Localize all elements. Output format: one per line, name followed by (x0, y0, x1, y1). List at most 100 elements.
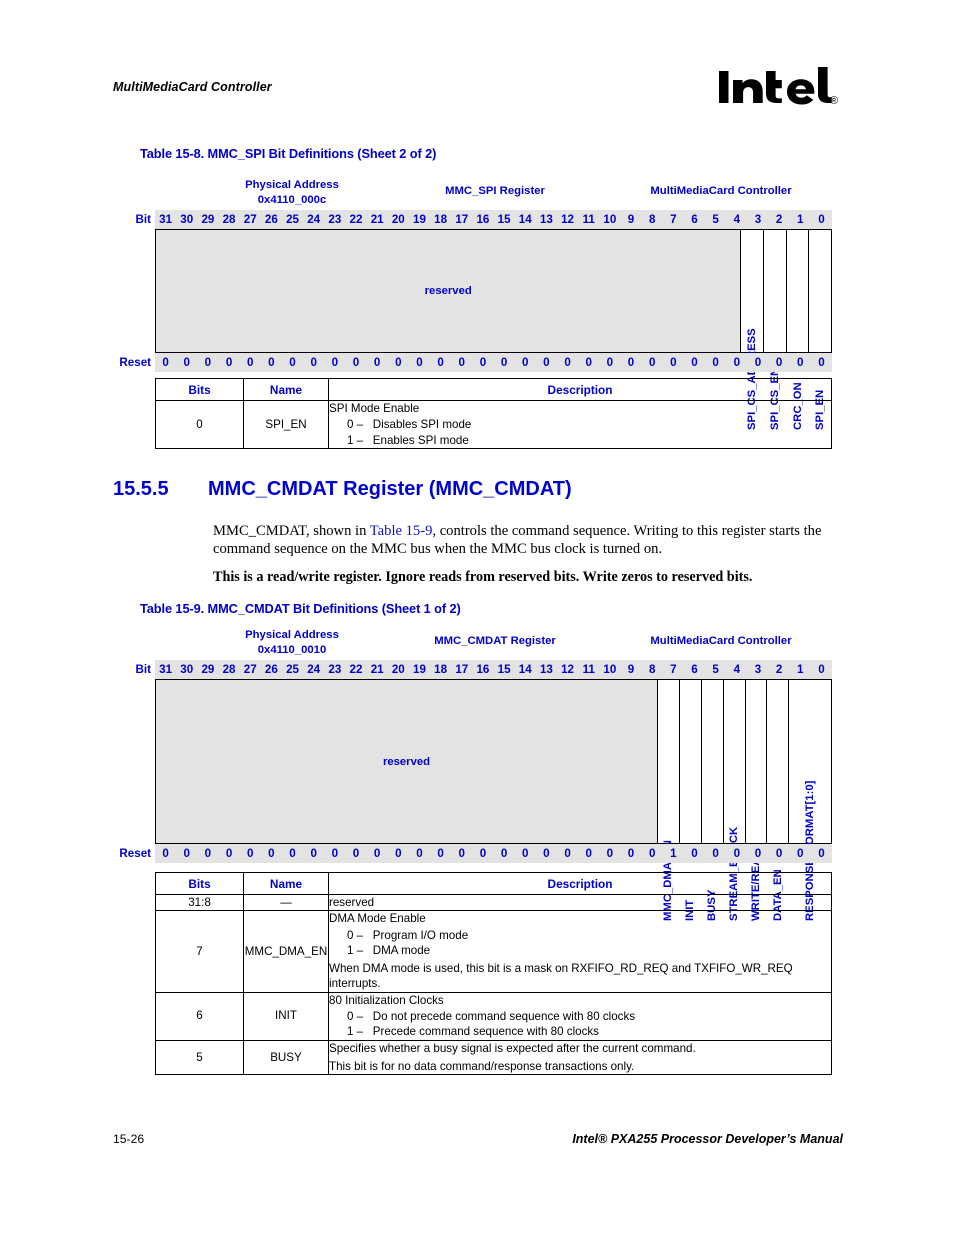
cell-bits: 6 (155, 991, 244, 1041)
bit-number-row: 31 30 29 28 27 26 25 24 23 22 21 20 19 18 17 16 15 14 13 12… (155, 660, 832, 679)
reset-value: 1 (670, 847, 677, 860)
description-option: 1 – DMA mode (347, 943, 431, 957)
reset-value: 0 (606, 847, 614, 860)
reset-value: 0 (627, 356, 635, 369)
reset-row-label: Reset (119, 356, 151, 369)
table-15-8-caption: Table 15-8. MMC_SPI Bit Definitions (She… (140, 146, 437, 161)
bit-field-write-read: WRITE/READ (744, 680, 767, 921)
reset-row-label: Reset (119, 847, 151, 860)
reset-value: 0 (500, 847, 508, 860)
mmc-spi-register-diagram: Physical Address 0x4110_000c MMC_SPI Reg… (119, 178, 832, 430)
reset-value: 0 (522, 356, 529, 369)
reset-value: 0 (648, 356, 656, 369)
cell-name: SPI_EN (243, 400, 329, 449)
column-header-bits: Bits (155, 872, 244, 895)
reset-value: 0 (775, 356, 783, 369)
bit-number: 17 (455, 663, 469, 676)
bit-number: 10 (603, 213, 617, 226)
bit-number: 31 (159, 663, 173, 676)
reset-value: 0 (373, 356, 381, 369)
reset-value: 0 (691, 847, 698, 860)
reset-value: 0 (585, 847, 592, 860)
bit-row-label: Bit (135, 663, 151, 676)
reset-value: 0 (522, 847, 529, 860)
bit-field-reserved: reserved (156, 230, 741, 352)
physical-address-label: Physical Address (245, 179, 339, 191)
description-lead: SPI Mode Enable (329, 402, 420, 415)
reset-value: 0 (543, 847, 550, 860)
page-header: MultiMediaCard Controller ® (113, 67, 843, 122)
bit-number: 22 (349, 663, 363, 676)
reset-value-row: 00000000000000000000000000000000 (155, 353, 832, 372)
running-head: MultiMediaCard Controller (113, 80, 272, 94)
reset-value: 0 (268, 356, 275, 369)
read-write-note: This is a read/write register. Ignore re… (213, 569, 753, 585)
bit-field-stream-block: STREAM_BLOCK (722, 680, 745, 921)
bit-number: 0 (818, 663, 825, 676)
bit-number: 6 (691, 213, 698, 226)
reset-value: 0 (797, 847, 804, 860)
physical-address-value: 0x4110_0010 (257, 643, 327, 656)
bit-number: 28 (222, 663, 236, 676)
bit-number: 8 (648, 663, 656, 676)
column-header-bits: Bits (155, 378, 244, 401)
bit-number: 14 (518, 663, 532, 676)
reset-value: 0 (754, 356, 762, 369)
bit-number: 12 (561, 213, 574, 226)
reset-value: 0 (797, 356, 804, 369)
table-row: 31:8— reserved (155, 893, 832, 912)
bit-number: 31 (159, 213, 173, 226)
description-lead: DMA Mode Enable (329, 912, 426, 926)
reset-value: 0 (733, 356, 741, 369)
bit-number: 27 (243, 213, 257, 226)
bit-number: 15 (497, 663, 511, 676)
page-footer: 15-26 Intel® PXA255 Processor Developer’… (113, 1132, 843, 1152)
description-option: 0 – Do not precede command sequence with… (347, 1010, 636, 1024)
description-options: 0 – Do not precede command sequence with… (329, 1009, 831, 1040)
section-paragraph: MMC_CMDAT, shown in Table 15-9, controls… (213, 522, 833, 559)
reset-value: 0 (564, 356, 571, 369)
bit-number: 20 (391, 213, 405, 226)
reset-value: 0 (733, 847, 741, 860)
description-lead: reserved (329, 896, 375, 909)
cell-description: SPI Mode Enable 0 – Disables SPI mode 1 – … (328, 400, 832, 449)
bit-field-label: reserved (382, 755, 431, 768)
bit-fields-row: reserved SPI_CS_ADDRESS SPI_CS_EN CRC_ON SPI… (155, 229, 832, 430)
reset-value: 0 (373, 847, 381, 860)
table-15-9-crossref[interactable]: Table 15-9 (370, 523, 433, 539)
bit-field-crc-on: CRC_ON (785, 230, 809, 430)
bit-field-spi-en: SPI_EN (808, 230, 831, 430)
reset-value: 0 (585, 356, 592, 369)
reset-value: 0 (712, 847, 719, 860)
table-row: 6 INIT 80 Initialization Clocks 0 – Do not … (155, 991, 832, 1041)
bit-field-reserved: reserved (156, 680, 657, 843)
description-options: 0 – Disables SPI mode 1 – Enables SPI mod… (329, 417, 831, 448)
bit-number: 21 (370, 213, 384, 226)
column-header-name: Name (243, 872, 329, 895)
bit-number: 20 (391, 663, 405, 676)
cell-description: Specifies whether a busy signal is expec… (328, 1039, 832, 1076)
description-option: 1 – Enables SPI mode (347, 433, 469, 447)
table-15-9-caption: Table 15-9. MMC_CMDAT Bit Definitions (S… (140, 601, 461, 616)
manual-title: Intel® PXA255 Processor Developer’s Manu… (572, 1132, 843, 1146)
bit-field-mmc-dma-en: MMC_DMA_EN (657, 680, 679, 921)
cell-bits: 31:8 (155, 893, 244, 912)
bit-number: 1 (797, 213, 804, 226)
reset-value: 0 (183, 847, 190, 860)
reset-value: 0 (246, 356, 254, 369)
table-row: 5 BUSY Specifies whether a busy signal is … (155, 1039, 832, 1076)
reset-value: 0 (500, 356, 508, 369)
cell-bits: 5 (155, 1039, 244, 1076)
mmc-cmdat-description-table: Bits Name Description 31:8— reserved 7 MMC_… (155, 872, 832, 1076)
bit-number: 17 (455, 213, 469, 226)
page-number: 15-26 (113, 1132, 145, 1146)
bit-number: 18 (434, 213, 448, 226)
bit-number: 7 (670, 213, 677, 226)
reset-value: 0 (352, 847, 360, 860)
register-name-annotation: MMC_CMDAT Register (434, 635, 556, 647)
reset-value: 0 (289, 356, 296, 369)
reset-value: 0 (289, 847, 296, 860)
bit-field-label: reserved (424, 285, 472, 297)
description-lead: Specifies whether a busy signal is expec… (329, 1041, 696, 1055)
reset-value: 0 (437, 847, 444, 860)
